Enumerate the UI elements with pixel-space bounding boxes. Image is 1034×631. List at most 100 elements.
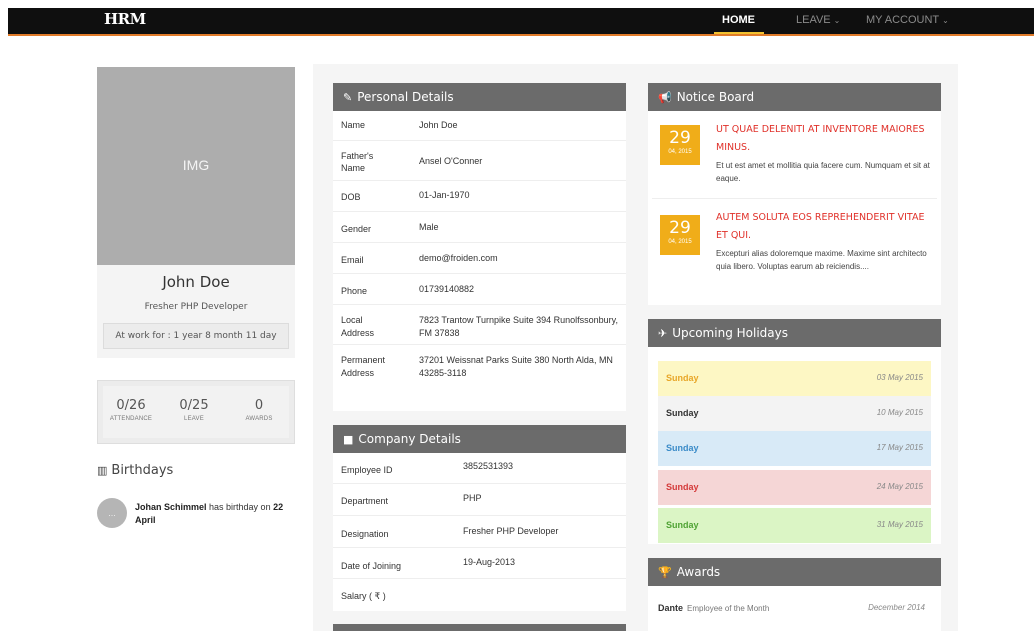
detail-value: Ansel O'Conner	[419, 156, 483, 166]
nav-home[interactable]: HOME	[722, 14, 755, 26]
stat-label: AWARDS	[245, 416, 273, 422]
holiday-date: 03 May 2015	[876, 373, 923, 382]
detail-key: Gender	[341, 224, 372, 234]
profile-image-label: IMG	[182, 157, 210, 173]
detail-key: Phone	[341, 286, 368, 296]
detail-value: 01-Jan-1970	[419, 190, 470, 200]
nav-my-account-label: MY ACCOUNT	[866, 14, 940, 26]
notice-month-year: 04, 2015	[668, 239, 692, 245]
detail-value: 7823 Trantow Turnpike Suite 394 Runolfss…	[419, 315, 618, 338]
holiday-day: Sunday	[666, 443, 699, 453]
award-date: December 2014	[868, 603, 925, 612]
detail-row-salary: Salary ( ₹ )	[333, 579, 626, 609]
stat-value: 0/25	[179, 398, 209, 413]
holiday-row: Sunday 10 May 2015	[658, 396, 931, 431]
holiday-day: Sunday	[666, 408, 699, 418]
detail-row-designation: Designation Fresher PHP Developer	[333, 516, 626, 548]
award-row: Dante Employee of the Month December 2014	[658, 603, 931, 613]
panel-header: ✎ Personal Details	[333, 83, 626, 111]
panel-title: Company Details	[358, 432, 461, 446]
detail-row-employee-id: Employee ID 3852531393	[333, 453, 626, 484]
notice-item[interactable]: 29 04, 2015 AUTEM SOLUTA EOS REPREHENDERI…	[652, 205, 937, 303]
birthdays-heading: ▥ Birthdays	[97, 463, 173, 478]
detail-key: Date of Joining	[341, 561, 402, 571]
detail-row-gender: Gender Male	[333, 212, 626, 243]
holiday-row: Sunday 31 May 2015	[658, 508, 931, 543]
next-panel-header	[333, 624, 626, 631]
detail-key: Email	[341, 255, 364, 265]
detail-row-joining-date: Date of Joining 19-Aug-2013	[333, 548, 626, 579]
detail-row-email: Email demo@froiden.com	[333, 243, 626, 274]
detail-value: Male	[419, 222, 439, 232]
detail-row-department: Department PHP	[333, 484, 626, 516]
detail-key: Local Address	[341, 315, 375, 338]
notice-day: 29	[669, 218, 691, 238]
panel-header: 📢 Notice Board	[648, 83, 941, 111]
personal-details-panel: ✎ Personal Details Name John Doe Father's …	[333, 83, 626, 411]
stat-attendance: 0/26 ATTENDANCE	[101, 398, 161, 422]
holiday-day: Sunday	[666, 520, 699, 530]
at-work-duration: At work for : 1 year 8 month 11 day	[103, 323, 289, 349]
detail-row-dob: DOB 01-Jan-1970	[333, 181, 626, 212]
trophy-icon: 🏆	[658, 565, 672, 579]
detail-row-permanent-address: Permanent Address 37201 Weissnat Parks Su…	[333, 345, 626, 385]
panel-header: ■ Company Details	[333, 425, 626, 453]
detail-value: 3852531393	[463, 461, 514, 471]
detail-value: 37201 Weissnat Parks Suite 380 North Ald…	[419, 355, 613, 378]
notice-board-panel: 📢 Notice Board 29 04, 2015 UT QUAE DELENIT…	[648, 83, 941, 305]
nav-my-account[interactable]: MY ACCOUNT ⌄	[866, 14, 949, 26]
birthday-text: has birthday on	[206, 502, 274, 512]
holiday-row: Sunday 03 May 2015	[658, 361, 931, 396]
panel-title: Personal Details	[357, 90, 454, 104]
panel-header: 🏆 Awards	[648, 558, 941, 586]
holiday-row: Sunday 24 May 2015	[658, 470, 931, 505]
notice-item[interactable]: 29 04, 2015 UT QUAE DELENITI AT INVENTORE…	[652, 117, 937, 199]
detail-key: Department	[341, 496, 389, 506]
detail-value: 19-Aug-2013	[463, 557, 516, 567]
holiday-row: Sunday 17 May 2015	[658, 431, 931, 466]
avatar: ...	[97, 498, 127, 528]
navbar-accent-line	[8, 34, 1034, 36]
app-logo[interactable]: HRM	[104, 10, 146, 28]
pencil-icon: ✎	[343, 90, 353, 104]
nav-leave[interactable]: LEAVE ⌄	[796, 14, 840, 26]
detail-value: demo@froiden.com	[419, 253, 498, 263]
holiday-date: 24 May 2015	[876, 482, 923, 491]
bullhorn-icon: 📢	[658, 90, 672, 104]
holiday-day: Sunday	[666, 373, 699, 383]
stat-value: 0/26	[116, 398, 146, 413]
stat-label: ATTENDANCE	[109, 416, 153, 422]
detail-key: Permanent Address	[341, 355, 386, 378]
detail-value: 01739140882	[419, 284, 475, 294]
detail-key: Employee ID	[341, 465, 393, 475]
stat-awards: 0 AWARDS	[229, 398, 289, 422]
notice-title[interactable]: AUTEM SOLUTA EOS REPREHENDERIT VITAE ET …	[716, 209, 931, 245]
detail-row-phone: Phone 01739140882	[333, 274, 626, 305]
stat-label: LEAVE	[184, 416, 204, 422]
nav-leave-label: LEAVE	[796, 14, 831, 26]
birthday-entry: Johan Schimmel has birthday on 22 April	[135, 501, 300, 527]
holiday-day: Sunday	[666, 482, 699, 492]
chevron-down-icon: ⌄	[942, 16, 949, 25]
notice-date: 29 04, 2015	[660, 125, 700, 165]
notice-title[interactable]: UT QUAE DELENITI AT INVENTORE MAIORES MI…	[716, 121, 931, 157]
notice-month-year: 04, 2015	[668, 149, 692, 155]
stat-value: 0	[254, 398, 264, 413]
birthday-person-name: Johan Schimmel	[135, 502, 207, 512]
detail-value: Fresher PHP Developer	[463, 526, 559, 536]
notice-body: Et ut est amet et mollitia quia facere c…	[716, 161, 930, 183]
upcoming-holidays-panel: ✈ Upcoming Holidays Sunday 03 May 2015 Sun…	[648, 319, 941, 544]
detail-value: John Doe	[419, 120, 458, 130]
profile-name: John Doe	[162, 273, 230, 291]
top-navbar: HRM HOME LEAVE ⌄ MY ACCOUNT ⌄	[8, 8, 1034, 34]
birthdays-title: Birthdays	[111, 463, 174, 478]
detail-key: DOB	[341, 192, 361, 202]
detail-row-local-address: Local Address 7823 Trantow Turnpike Suite…	[333, 305, 626, 345]
birthday-cake-icon: ▥	[97, 464, 108, 477]
detail-key: Name	[341, 120, 366, 130]
notice-day: 29	[669, 128, 691, 148]
holiday-date: 31 May 2015	[876, 520, 923, 529]
company-details-panel: ■ Company Details Employee ID 3852531393 D…	[333, 425, 626, 611]
panel-title: Upcoming Holidays	[672, 326, 788, 340]
award-title: Employee of the Month	[687, 604, 770, 613]
